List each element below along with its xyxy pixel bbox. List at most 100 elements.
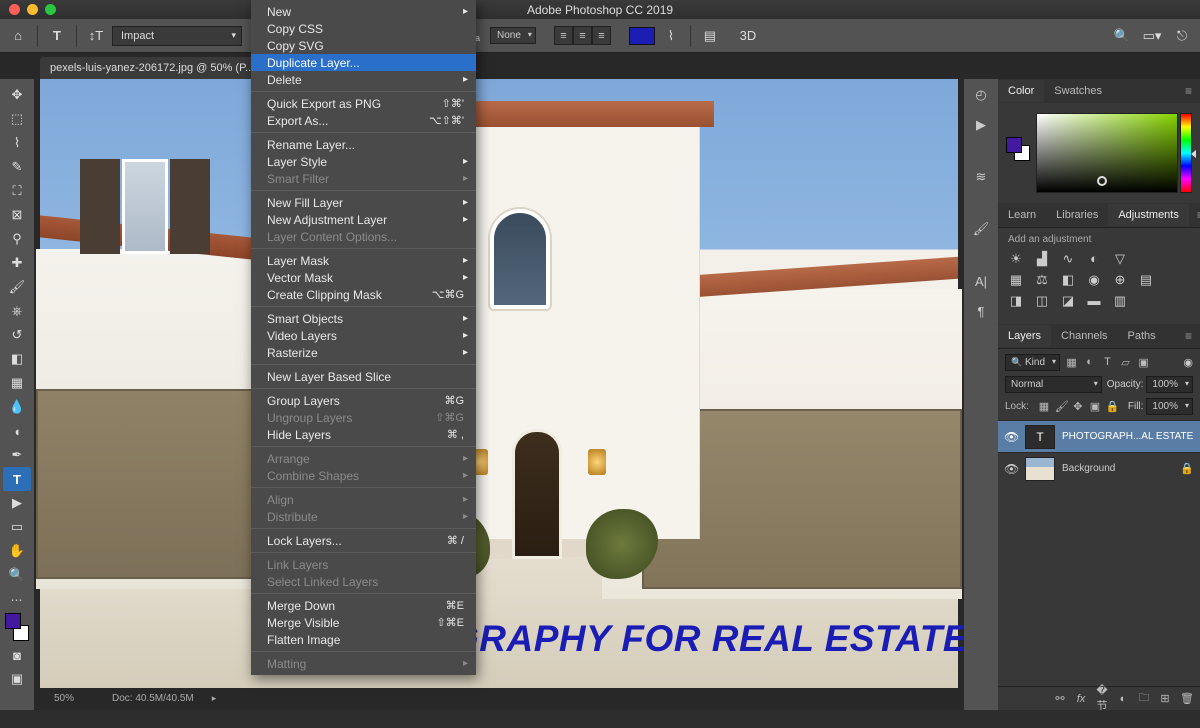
actions-panel-icon[interactable]: ▶ <box>971 115 991 135</box>
share-icon[interactable]: ⎋ <box>1172 26 1192 46</box>
blur-tool[interactable]: 💧 <box>3 395 31 419</box>
menu-item[interactable]: Merge Visible⇧⌘E <box>251 614 476 631</box>
quick-select-tool[interactable]: ✎ <box>3 155 31 179</box>
channels-tab[interactable]: Channels <box>1051 325 1117 347</box>
paths-tab[interactable]: Paths <box>1118 325 1166 347</box>
lock-all-icon[interactable]: 🔒 <box>1106 400 1118 413</box>
filter-pixel-icon[interactable]: ▦ <box>1065 356 1078 369</box>
threshold-adj-icon[interactable]: ◪ <box>1060 293 1076 309</box>
delete-layer-icon[interactable]: 🗑 <box>1180 692 1192 705</box>
menu-item[interactable]: Export As...⌥⇧⌘' <box>251 112 476 129</box>
text-orientation-icon[interactable]: ↕T <box>86 26 106 46</box>
layer-visibility-icon[interactable]: 👁 <box>1004 462 1018 476</box>
layer-row[interactable]: 👁 Background 🔒 <box>998 452 1200 484</box>
curves-adj-icon[interactable]: ∿ <box>1060 251 1076 267</box>
history-brush-tool[interactable]: ↺ <box>3 323 31 347</box>
channelmixer-adj-icon[interactable]: ⊕ <box>1112 272 1128 288</box>
align-right-button[interactable]: ≡ <box>592 26 611 45</box>
menu-item[interactable]: Delete▸ <box>251 71 476 88</box>
edit-toolbar-icon[interactable]: ⋯ <box>11 593 24 607</box>
fill-dropdown[interactable]: 100% <box>1146 398 1193 415</box>
new-adjustment-icon[interactable]: ◐ <box>1117 693 1129 705</box>
brightness-adj-icon[interactable]: ☀ <box>1008 251 1024 267</box>
home-icon[interactable]: ⌂ <box>8 26 28 46</box>
frame-tool[interactable]: ⊠ <box>3 203 31 227</box>
text-color-swatch[interactable] <box>629 27 655 45</box>
layer-filter-dropdown[interactable]: 🔍 Kind <box>1005 354 1060 371</box>
selectivecolor-adj-icon[interactable]: ▥ <box>1112 293 1128 309</box>
filter-type-icon[interactable]: T <box>1101 356 1114 369</box>
font-family-dropdown[interactable]: Impact <box>112 26 242 46</box>
menu-item[interactable]: New Layer Based Slice <box>251 368 476 385</box>
crop-tool[interactable]: ⛶ <box>3 179 31 203</box>
layer-mask-icon[interactable]: �节 <box>1096 684 1108 713</box>
hue-slider[interactable] <box>1180 113 1192 193</box>
brush-tool[interactable]: 🖌 <box>3 275 31 299</box>
brush-settings-icon[interactable]: 🖌 <box>971 219 991 239</box>
new-layer-icon[interactable]: ⊞ <box>1159 692 1171 705</box>
shape-tool[interactable]: ▭ <box>3 515 31 539</box>
stamp-tool[interactable]: ⎈ <box>3 299 31 323</box>
levels-adj-icon[interactable]: ▟ <box>1034 251 1050 267</box>
lock-artboard-icon[interactable]: ▣ <box>1089 400 1101 413</box>
menu-item[interactable]: Rename Layer... <box>251 136 476 153</box>
screenmode-icon[interactable]: ▣ <box>3 667 31 691</box>
menu-item[interactable]: Layer Mask▸ <box>251 252 476 269</box>
menu-item[interactable]: Create Clipping Mask⌥⌘G <box>251 286 476 303</box>
color-tab[interactable]: Color <box>998 80 1044 102</box>
adjustments-tab[interactable]: Adjustments <box>1108 204 1189 226</box>
menu-item[interactable]: New▸ <box>251 3 476 20</box>
menu-item[interactable]: Quick Export as PNG⇧⌘' <box>251 95 476 112</box>
character-panel-icon[interactable]: ▤ <box>700 26 720 46</box>
paragraph-panel-icon[interactable]: ¶ <box>971 301 991 321</box>
layer-row[interactable]: 👁 T PHOTOGRAPH...AL ESTATE <box>998 420 1200 452</box>
vibrance-adj-icon[interactable]: ▽ <box>1112 251 1128 267</box>
menu-item[interactable]: Copy SVG <box>251 37 476 54</box>
menu-item[interactable]: Video Layers▸ <box>251 327 476 344</box>
layer-style-icon[interactable]: fx <box>1075 693 1087 705</box>
filter-adjust-icon[interactable]: ◐ <box>1083 356 1096 369</box>
eyedropper-tool[interactable]: ⚲ <box>3 227 31 251</box>
dodge-tool[interactable]: ◖ <box>3 419 31 443</box>
align-left-button[interactable]: ≡ <box>554 26 573 45</box>
warp-text-icon[interactable]: ⌇ <box>661 26 681 46</box>
link-layers-icon[interactable]: ⚯ <box>1054 692 1066 705</box>
type-tool[interactable]: T <box>3 467 31 491</box>
healing-tool[interactable]: ✚ <box>3 251 31 275</box>
adjustments-panel-menu-icon[interactable]: ≡ <box>1189 208 1200 222</box>
menu-item[interactable]: Flatten Image <box>251 631 476 648</box>
zoom-tool[interactable]: 🔍 <box>3 563 31 587</box>
invert-adj-icon[interactable]: ◨ <box>1008 293 1024 309</box>
workspace-icon[interactable]: ▭▾ <box>1142 26 1162 46</box>
color-panel-menu-icon[interactable]: ≡ <box>1177 84 1200 98</box>
layers-panel-menu-icon[interactable]: ≡ <box>1177 329 1200 343</box>
learn-tab[interactable]: Learn <box>998 204 1046 226</box>
document-tab[interactable]: pexels-luis-yanez-206172.jpg @ 50% (P...… <box>40 57 276 79</box>
layers-tab[interactable]: Layers <box>998 325 1051 347</box>
swatches-tab[interactable]: Swatches <box>1044 80 1112 102</box>
pen-tool[interactable]: ✒ <box>3 443 31 467</box>
bw-adj-icon[interactable]: ◧ <box>1060 272 1076 288</box>
align-center-button[interactable]: ≡ <box>573 26 592 45</box>
path-select-tool[interactable]: ▶ <box>3 491 31 515</box>
search-icon[interactable]: 🔍 <box>1112 26 1132 46</box>
antialias-dropdown[interactable]: None <box>490 27 536 44</box>
menu-item[interactable]: Merge Down⌘E <box>251 597 476 614</box>
status-menu-icon[interactable]: ▸ <box>212 693 217 704</box>
posterize-adj-icon[interactable]: ◫ <box>1034 293 1050 309</box>
menu-item[interactable]: Rasterize▸ <box>251 344 476 361</box>
brushes-panel-icon[interactable]: ≋ <box>971 167 991 187</box>
libraries-tab[interactable]: Libraries <box>1046 204 1108 226</box>
marquee-tool[interactable]: ⬚ <box>3 107 31 131</box>
zoom-level[interactable]: 50% <box>54 693 94 704</box>
lasso-tool[interactable]: ⌇ <box>3 131 31 155</box>
menu-item[interactable]: Copy CSS <box>251 20 476 37</box>
lock-paint-icon[interactable]: 🖌 <box>1055 400 1067 413</box>
new-group-icon[interactable]: 🗀 <box>1138 689 1150 708</box>
colorlookup-adj-icon[interactable]: ▤ <box>1138 272 1154 288</box>
menu-item[interactable]: New Fill Layer▸ <box>251 194 476 211</box>
filter-toggle-icon[interactable]: ◉ <box>1183 356 1193 369</box>
colorbalance-adj-icon[interactable]: ⚖ <box>1034 272 1050 288</box>
character-panel-icon-2[interactable]: A| <box>971 271 991 291</box>
menu-item[interactable]: Layer Style▸ <box>251 153 476 170</box>
